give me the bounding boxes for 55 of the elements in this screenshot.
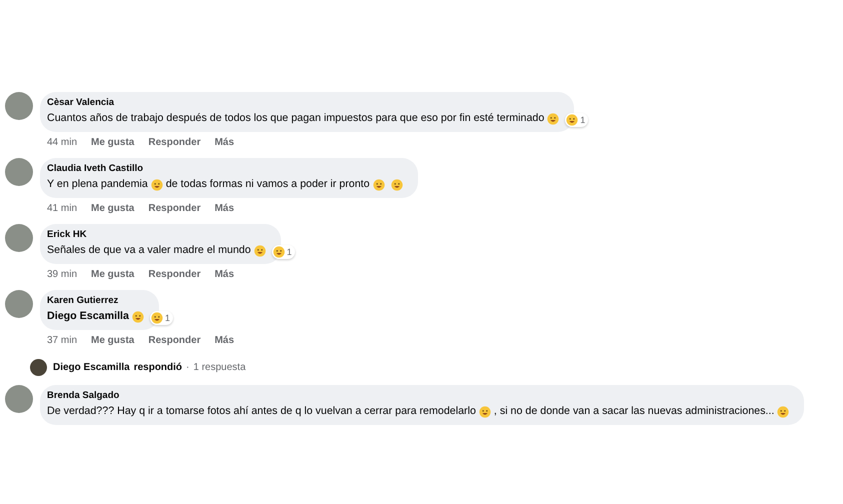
reaction-count: 1	[164, 313, 170, 323]
reaction-emoji-icon	[566, 114, 578, 126]
reaction-badge[interactable]: 1	[565, 113, 588, 127]
reaction-count: 1	[286, 247, 292, 257]
like-link[interactable]: Me gusta	[91, 269, 134, 281]
avatar-photo-placeholder[interactable]	[5, 92, 33, 120]
comment-author[interactable]: Karen Gutierrez	[47, 294, 147, 308]
comment-time[interactable]: 37 min	[47, 335, 78, 347]
reply-link[interactable]: Responder	[148, 269, 201, 281]
more-link[interactable]: Más	[214, 335, 234, 347]
avatar-photo-placeholder[interactable]	[5, 158, 33, 186]
reply-author[interactable]: Diego Escamilla	[53, 360, 130, 374]
emoji-icon	[478, 406, 491, 418]
reply-link[interactable]: Responder	[148, 137, 201, 149]
comment-text: De verdad??? Hay q ir a tomarse fotos ahí antes de q lo vuelvan a cerrar para remodelarlo	[47, 404, 476, 419]
comment-text: de todas formas ni vamos a poder ir pronto	[166, 177, 370, 192]
reply-link[interactable]: Responder	[148, 203, 201, 215]
comment-text: Señales de que va a valer madre el mundo	[47, 243, 251, 258]
emoji-icon	[132, 310, 144, 322]
emoji-icon	[547, 112, 560, 124]
emoji-icon	[777, 406, 790, 418]
reaction-badge[interactable]: 1	[272, 245, 295, 259]
reply-count[interactable]: 1 respuesta	[193, 360, 246, 374]
comment-author[interactable]: Claudia Iveth Castillo	[47, 162, 406, 176]
reply-avatar-photo-placeholder[interactable]	[30, 359, 47, 376]
comment-time[interactable]: 44 min	[47, 137, 78, 149]
more-link[interactable]: Más	[214, 269, 234, 281]
comment-author[interactable]: Erick HK	[47, 228, 269, 242]
emoji-icon	[254, 244, 266, 256]
comment-time[interactable]: 39 min	[47, 269, 78, 281]
reaction-emoji-icon	[150, 312, 163, 324]
comment-author[interactable]: Brenda Salgado	[47, 389, 792, 403]
comment-text: Cuantos años de trabajo después de todos los que pagan impuestos para que eso por fin esté terminado	[47, 111, 544, 126]
comment-text: Y en plena pandemia	[47, 177, 148, 192]
emoji-icon	[390, 178, 403, 190]
comment-text: , si no de donde van a sacar las nuevas administraciones...	[494, 404, 774, 419]
like-link[interactable]: Me gusta	[91, 137, 134, 149]
reaction-count: 1	[580, 115, 586, 125]
comment-author[interactable]: Cèsar Valencia	[47, 96, 562, 110]
avatar-photo-placeholder[interactable]	[5, 290, 33, 318]
avatar-photo-placeholder[interactable]	[5, 224, 33, 252]
comment-time[interactable]: 41 min	[47, 203, 78, 215]
like-link[interactable]: Me gusta	[91, 203, 134, 215]
reply-verb[interactable]: respondió	[134, 360, 182, 374]
comment-text: Diego Escamilla	[47, 309, 129, 324]
reaction-emoji-icon	[272, 246, 285, 258]
more-link[interactable]: Más	[214, 203, 234, 215]
like-link[interactable]: Me gusta	[91, 335, 134, 347]
emoji-icon	[150, 178, 163, 190]
more-link[interactable]: Más	[214, 137, 234, 149]
reaction-badge[interactable]: 1	[150, 311, 173, 325]
avatar-photo-placeholder[interactable]	[5, 385, 33, 413]
reply-link[interactable]: Responder	[148, 335, 201, 347]
emoji-icon	[372, 178, 385, 190]
separator-dot: ·	[186, 360, 190, 374]
